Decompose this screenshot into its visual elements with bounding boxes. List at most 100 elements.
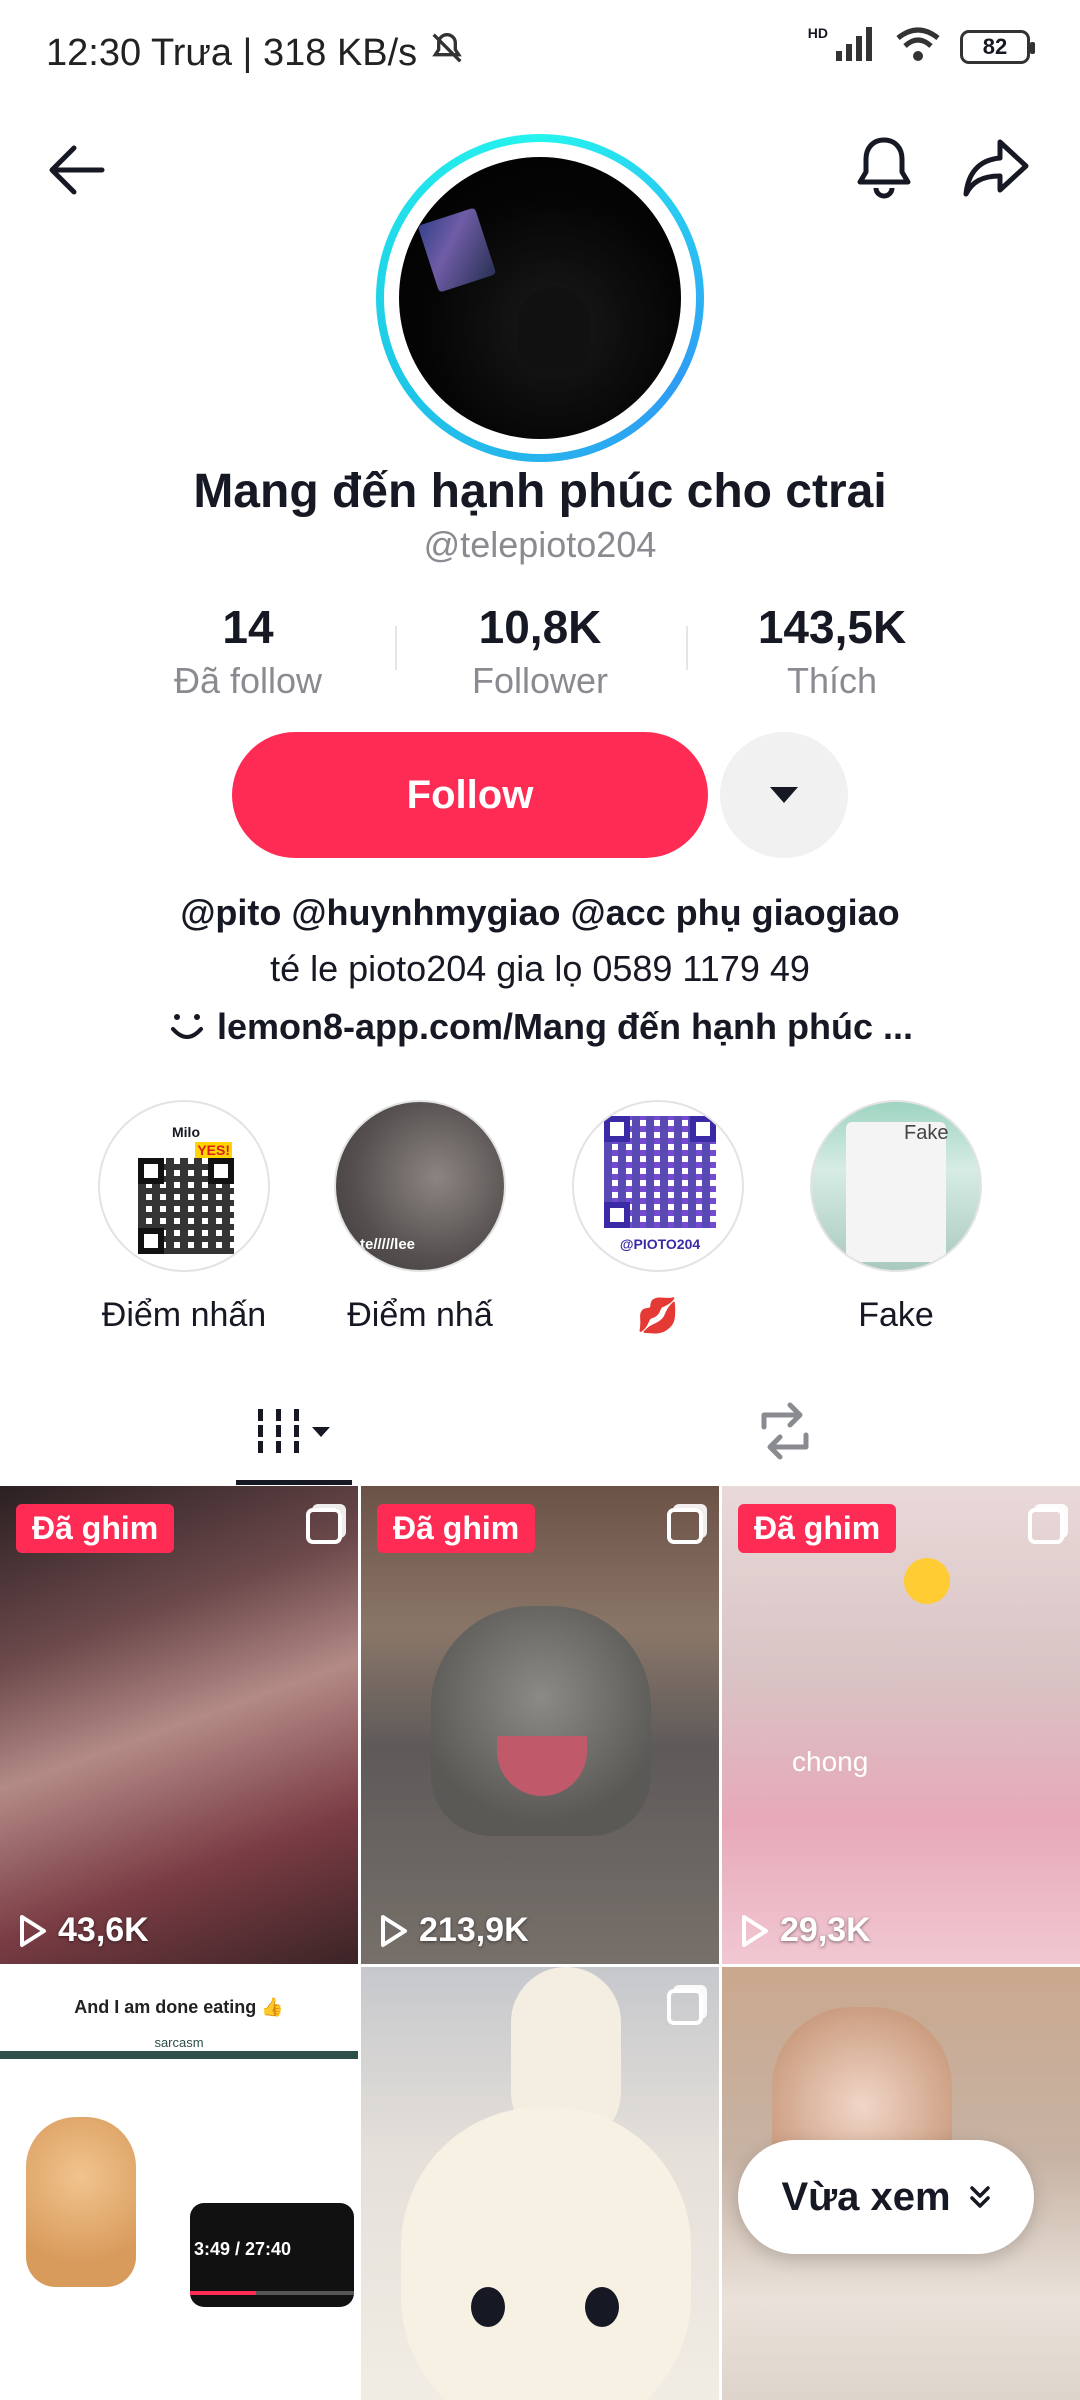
qr-finder [208,1158,234,1184]
view-count-text: 43,6K [58,1911,149,1949]
pinned-badge: Đã ghim [738,1504,897,1553]
mute-icon [427,28,467,78]
highlight-label: Điểm nhấn [101,1296,267,1334]
tab-reposts[interactable] [740,1376,830,1486]
highlight-thumb-text: @PIOTO204 [619,1236,701,1252]
stat-following[interactable]: 14 Đã follow [103,600,393,702]
view-count-text: 29,3K [780,1911,871,1949]
content-tabs [0,1376,1080,1486]
stat-followers-value: 10,8K [478,601,602,653]
status-bar: 12:30 Trưa | 318 KB/s HD 82 [0,0,1080,100]
qr-finder [138,1228,164,1254]
play-outline-icon [381,1914,407,1947]
active-tab-indicator [236,1480,352,1485]
video-thumbnail[interactable]: chong Đã ghim 29,3K [722,1486,1080,1964]
play-outline-icon [742,1914,768,1947]
avatar-story-ring[interactable] [376,134,704,462]
video-thumbnail[interactable]: Đã ghim 43,6K [0,1486,358,1964]
highlight-label: 💋 [636,1297,680,1335]
bell-icon [857,137,911,199]
view-count: 43,6K [18,1911,149,1950]
back-button[interactable] [36,130,116,210]
multi-photo-icon [667,1989,703,2025]
bunny-figure [401,2107,691,2400]
view-count-text: 213,9K [419,1911,529,1949]
highlight-thumb-sub: YES! [195,1142,232,1158]
video-thumbnail[interactable]: And I am done eating 👍 sarcasm 3:49 / 27… [0,1967,358,2400]
triangle-down-icon [770,787,798,803]
highlight-label: Fake [858,1296,934,1334]
highlight-thumb-text: Milo [172,1124,200,1140]
repost-icon [761,1402,809,1460]
bio-link-text: lemon8-app.com/Mang đến hạnh phúc ... [216,1006,914,1047]
status-time-speed: 12:30 Trưa | 318 KB/s [46,31,418,74]
kitten-figure [26,2117,136,2287]
emoji-sticker-icon [904,1558,950,1604]
view-count: 29,3K [740,1911,871,1950]
highlight-thumb-text: Fake [904,1122,949,1144]
status-time: 12:30 Trưa | 318 KB/s [46,28,467,78]
recently-watched-button[interactable]: Vừa xem [738,2140,1034,2254]
highlight-thumbnail: Fake [810,1100,982,1272]
player-time: 3:49 / 27:40 [194,2239,292,2259]
view-count: 213,9K [379,1911,529,1950]
follow-button[interactable]: Follow [232,732,708,858]
video-caption: And I am done eating 👍 [74,1997,284,2017]
avatar[interactable] [399,157,681,439]
username-handle: @telepioto204 [423,524,657,565]
video-thumbnail[interactable]: Đã ghim 213,9K [361,1486,719,1964]
qr-finder [604,1202,630,1228]
highlight-item[interactable]: Fake Fake [808,1100,984,1335]
player-progress [190,2291,354,2295]
qr-finder [138,1158,164,1184]
avatar-figure [517,287,591,373]
video-overlay-text: chong [792,1746,869,1777]
pinned-badge: Đã ghim [377,1504,536,1553]
bio-mentions[interactable]: @pito @huynhmygiao @acc phụ giaogiao [0,892,1080,934]
stat-followers[interactable]: 10,8K Follower [395,600,685,702]
highlight-item[interactable]: Milo YES! Điểm nhấn [96,1100,272,1335]
suggested-accounts-button[interactable] [720,732,848,858]
arrow-left-icon [49,145,105,195]
hd-indicator: HD [807,24,828,41]
highlight-thumbnail: Milo YES! [98,1100,270,1272]
share-button[interactable] [956,128,1036,208]
profile-stats: 14 Đã follow 10,8K Follower 143,5K Thích [0,600,1080,710]
avatar-screen-glow [417,207,497,293]
bunny-eye [471,2287,505,2327]
stat-following-label: Đã follow [173,660,323,701]
stat-likes-value: 143,5K [757,601,907,653]
tab-videos[interactable] [236,1376,352,1486]
stat-divider [395,626,397,670]
share-arrow-icon [963,139,1029,197]
stat-following-value: 14 [222,601,274,653]
stat-divider [686,626,688,670]
notification-button[interactable] [844,128,924,208]
stat-followers-label: Follower [471,660,609,701]
brand-label: sarcasm [154,2035,204,2050]
stat-likes-label: Thích [786,660,878,701]
stat-likes[interactable]: 143,5K Thích [687,600,977,702]
battery-indicator: 82 [960,29,1035,64]
multi-photo-icon [1028,1508,1064,1544]
highlight-thumb-text: te/////lee [360,1236,416,1253]
display-name: Mang đến hạnh phúc cho ctrai [193,465,887,518]
highlight-item[interactable]: @PIOTO204 💋 [570,1100,746,1336]
signal-icon [836,27,876,66]
video-thumbnail[interactable] [361,1967,719,2400]
bunny-eye [585,2287,619,2327]
highlight-thumbnail: @PIOTO204 [572,1100,744,1272]
chevron-double-down-icon [969,2186,990,2208]
embedded-player: 3:49 / 27:40 [190,2203,354,2307]
bio-link[interactable]: lemon8-app.com/Mang đến hạnh phúc ... [0,1006,1080,1048]
recently-watched-label: Vừa xem [781,2174,951,2219]
cat-figure [431,1606,651,1836]
highlight-label: Điểm nhấ [347,1296,493,1334]
brand-bar [0,2051,358,2059]
grid-sort-icon [252,1409,330,1453]
qr-finder [690,1116,716,1142]
smile-link-icon [170,1014,203,1039]
highlight-item[interactable]: te/////lee Điểm nhấ [332,1100,508,1335]
qr-finder [604,1116,630,1142]
bio-text: té le pioto204 gia lọ 0589 1179 49 [270,948,810,989]
